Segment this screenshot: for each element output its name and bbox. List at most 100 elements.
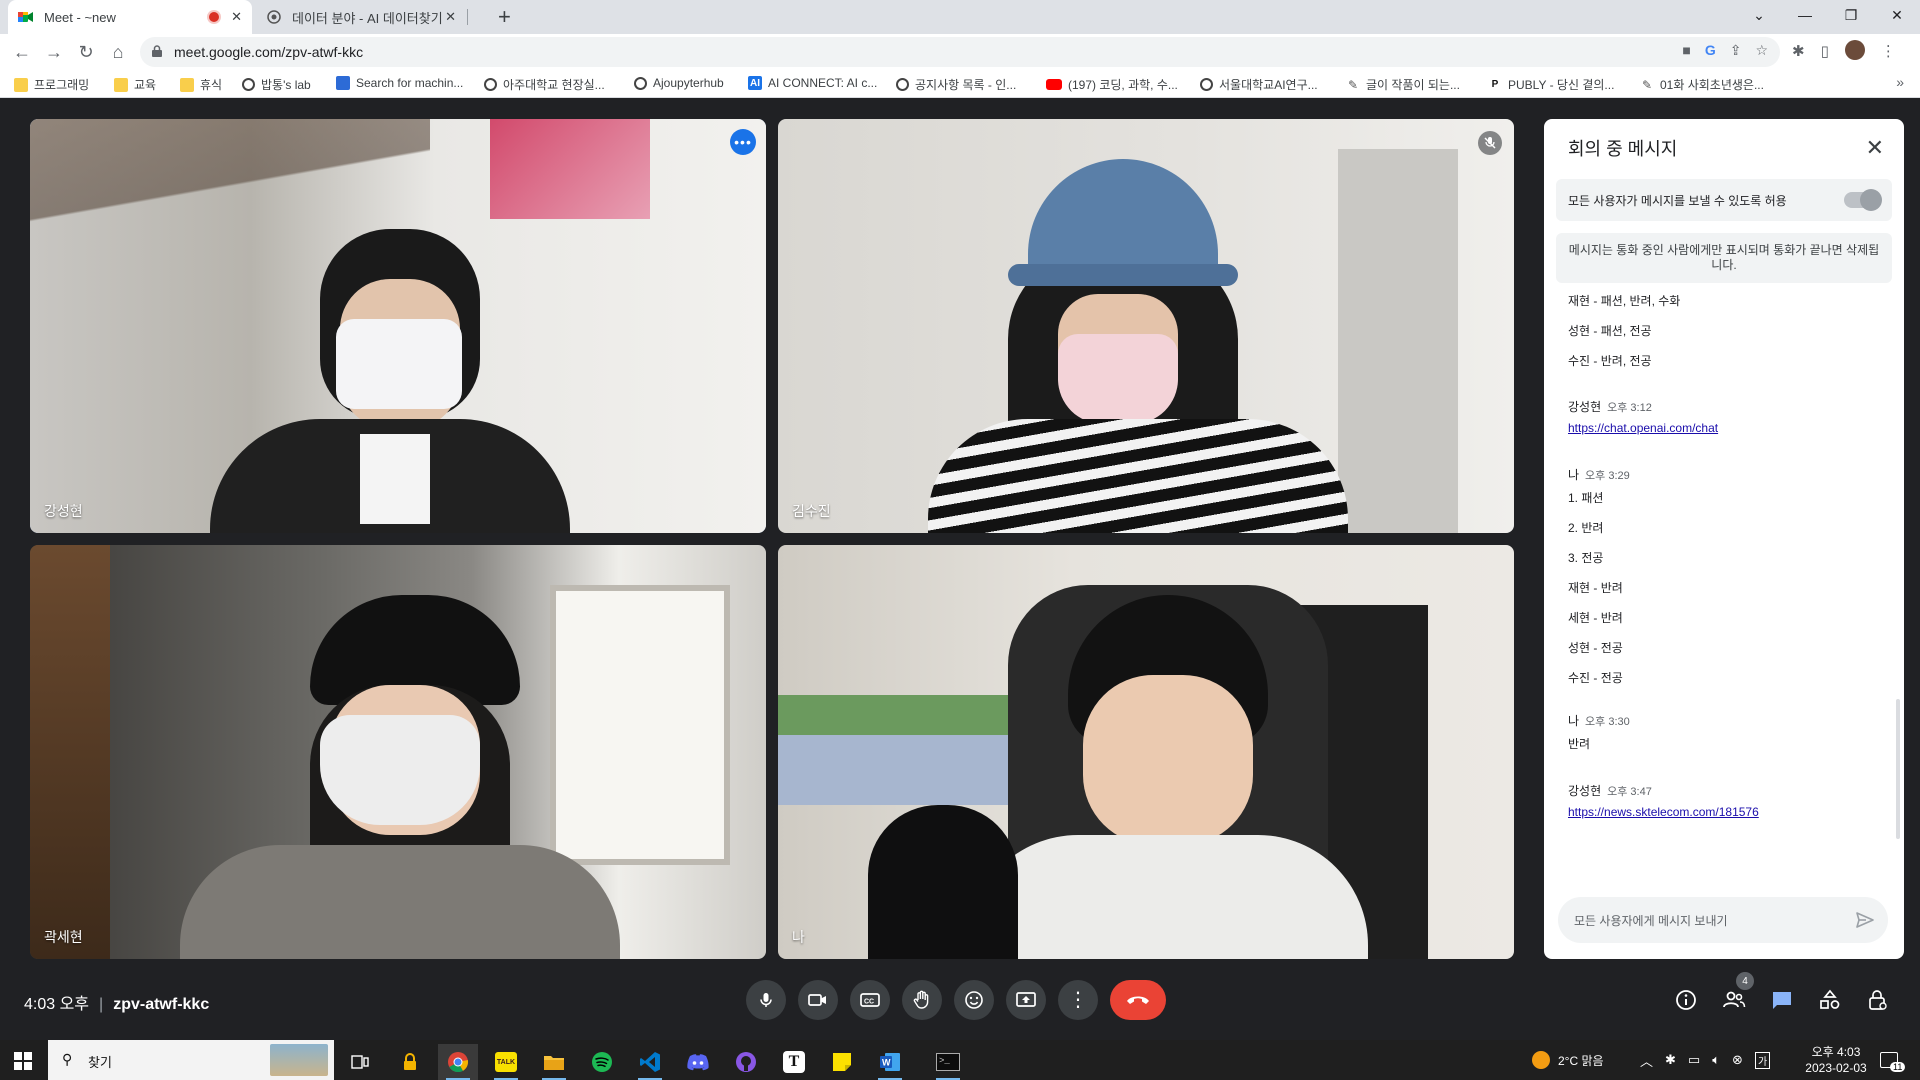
chrome-icon[interactable] (438, 1044, 478, 1080)
emoji-reaction-button[interactable] (954, 980, 994, 1020)
terminal-icon[interactable]: >_ (928, 1044, 968, 1080)
muted-mic-icon (1478, 131, 1502, 155)
reload-icon[interactable]: ↻ (74, 40, 98, 64)
tab-ai-data[interactable]: 데이터 분야 - AI 데이터찾기 - AI ✕ (256, 0, 466, 34)
close-window-button[interactable]: ✕ (1874, 0, 1920, 30)
chat-scrollbar[interactable] (1896, 699, 1900, 839)
meeting-details-button[interactable] (1670, 984, 1702, 1016)
raise-hand-button[interactable] (902, 980, 942, 1020)
chat-input[interactable]: 모든 사용자에게 메시지 보내기 (1558, 897, 1888, 943)
more-options-button[interactable]: ⋮ (1058, 980, 1098, 1020)
network-icon[interactable]: ▭ (1688, 1052, 1700, 1068)
bookmark-item[interactable]: 서울대학교AI연구... (1200, 76, 1318, 93)
microphone-icon (760, 993, 772, 1007)
taskbar-clock[interactable]: 오후 4:03 2023-02-03 (1796, 1044, 1876, 1076)
github-icon[interactable] (726, 1044, 766, 1080)
back-icon[interactable]: ← (10, 40, 34, 64)
notification-count: 11 (1890, 1062, 1906, 1072)
bookmark-item[interactable]: 프로그래밍 (14, 76, 89, 93)
bookmark-item[interactable]: 휴식 (180, 76, 222, 93)
bookmark-item[interactable]: AI AI CONNECT: AI c... (748, 76, 877, 90)
message-link[interactable]: https://news.sktelecom.com/181576 (1568, 801, 1888, 827)
vscode-icon[interactable] (630, 1044, 670, 1080)
participant-name: 김수진 (792, 503, 831, 519)
bookmark-label: 아주대학교 현장실... (503, 78, 605, 92)
bookmark-item[interactable]: 교육 (114, 76, 156, 93)
task-view-icon[interactable] (340, 1044, 380, 1080)
menu-icon[interactable]: ⋮ (1881, 42, 1896, 60)
bookmark-item[interactable]: Search for machin... (336, 76, 463, 90)
message-sender-row: 강성현 오후 3:12 (1568, 397, 1888, 417)
spotify-icon[interactable] (582, 1044, 622, 1080)
bookmark-item[interactable]: 공지사항 목록 - 인... (896, 76, 1016, 93)
activities-button[interactable] (1814, 984, 1846, 1016)
participant-tile[interactable]: 나 (778, 545, 1514, 959)
google-translate-icon[interactable]: G (1705, 42, 1716, 59)
new-tab-button[interactable]: + (498, 4, 511, 30)
word-icon[interactable]: W (870, 1044, 910, 1080)
file-explorer-icon[interactable] (534, 1044, 574, 1080)
bookmark-item[interactable]: P PUBLY - 당신 곁의... (1488, 76, 1615, 93)
camera-in-use-icon[interactable]: ■ (1682, 42, 1690, 59)
close-tab-icon[interactable]: ✕ (445, 9, 456, 25)
chevron-up-icon[interactable]: ︿ (1640, 1051, 1653, 1070)
side-panel-icon[interactable]: ▯ (1821, 42, 1829, 60)
home-icon[interactable]: ⌂ (106, 40, 130, 64)
more-options-icon[interactable]: ••• (730, 129, 756, 155)
close-tab-icon[interactable]: ✕ (231, 9, 242, 25)
sender-name: 강성현 (1568, 784, 1602, 798)
more-bookmarks-icon[interactable]: » (1896, 74, 1904, 90)
kakaotalk-icon[interactable]: TALK (486, 1044, 526, 1080)
bookmark-item[interactable]: 아주대학교 현장실... (484, 76, 605, 93)
bluetooth-icon[interactable]: ✱ (1665, 1052, 1676, 1068)
bookmark-item[interactable]: ✎ 01화 사회초년생은... (1640, 76, 1764, 93)
svg-text:CC: CC (864, 999, 874, 1006)
present-screen-button[interactable] (1006, 980, 1046, 1020)
bookmark-star-icon[interactable]: ☆ (1755, 42, 1768, 59)
tab-title: 데이터 분야 - AI 데이터찾기 - AI (292, 10, 445, 26)
windows-start-icon[interactable] (14, 1052, 32, 1070)
bookmark-item[interactable]: (197) 코딩, 과학, 수... (1046, 76, 1178, 93)
profile-avatar[interactable] (1844, 40, 1865, 60)
leave-call-button[interactable] (1110, 980, 1166, 1020)
svg-text:W: W (882, 1058, 891, 1068)
send-icon[interactable] (1854, 909, 1876, 931)
volume-icon[interactable]: 🔈︎ (1712, 1052, 1720, 1068)
bookmark-item[interactable]: 밥통's lab (242, 76, 311, 93)
ime-icon[interactable]: 가 (1754, 1051, 1771, 1069)
sun-icon (1532, 1051, 1550, 1069)
maximize-button[interactable]: ❐ (1828, 0, 1874, 30)
bookmark-item[interactable]: ✎ 글이 작품이 되는... (1346, 76, 1460, 93)
globe-icon (634, 76, 647, 90)
microphone-button[interactable] (746, 980, 786, 1020)
lock-app-icon[interactable] (390, 1044, 430, 1080)
sticky-notes-icon[interactable] (822, 1044, 862, 1080)
share-icon[interactable]: ⇪ (1730, 42, 1742, 59)
address-bar[interactable]: meet.google.com/zpv-atwf-kkc ■ G ⇪ ☆ (140, 37, 1780, 67)
weather-widget[interactable]: 2°C 맑음 (1532, 1040, 1604, 1080)
bookmark-item[interactable]: Ajoupyterhub (634, 76, 724, 90)
taskbar-search-box[interactable]: ⚲ 찾기 (48, 1040, 334, 1080)
url-text: meet.google.com/zpv-atwf-kkc (174, 44, 363, 60)
extensions-icon[interactable]: ✱ (1792, 42, 1805, 60)
close-icon[interactable]: ✕ (1866, 135, 1884, 161)
message-link[interactable]: https://chat.openai.com/chat (1568, 417, 1888, 443)
captions-button[interactable]: CC (850, 980, 890, 1020)
allow-messages-toggle[interactable] (1844, 189, 1882, 211)
participant-tile[interactable]: ••• 강성현 (30, 119, 766, 533)
globe-icon (242, 78, 255, 91)
typora-icon[interactable]: T (774, 1044, 814, 1080)
camera-button[interactable] (798, 980, 838, 1020)
participant-tile[interactable]: 김수진 (778, 119, 1514, 533)
discord-icon[interactable] (678, 1044, 718, 1080)
google-meet-icon (18, 9, 34, 25)
mute-notifications-icon[interactable]: ⊗ (1732, 1052, 1743, 1068)
tab-search-icon[interactable]: ⌄ (1736, 0, 1782, 30)
participant-tile[interactable]: 곽세현 (30, 545, 766, 959)
notification-center-button[interactable]: 11 (1880, 1040, 1906, 1080)
tab-meet[interactable]: Meet - ~new ✕ (8, 0, 252, 34)
host-controls-button[interactable] (1862, 984, 1894, 1016)
chat-button[interactable] (1766, 984, 1798, 1016)
forward-icon[interactable]: → (42, 40, 66, 64)
minimize-button[interactable]: — (1782, 0, 1828, 30)
